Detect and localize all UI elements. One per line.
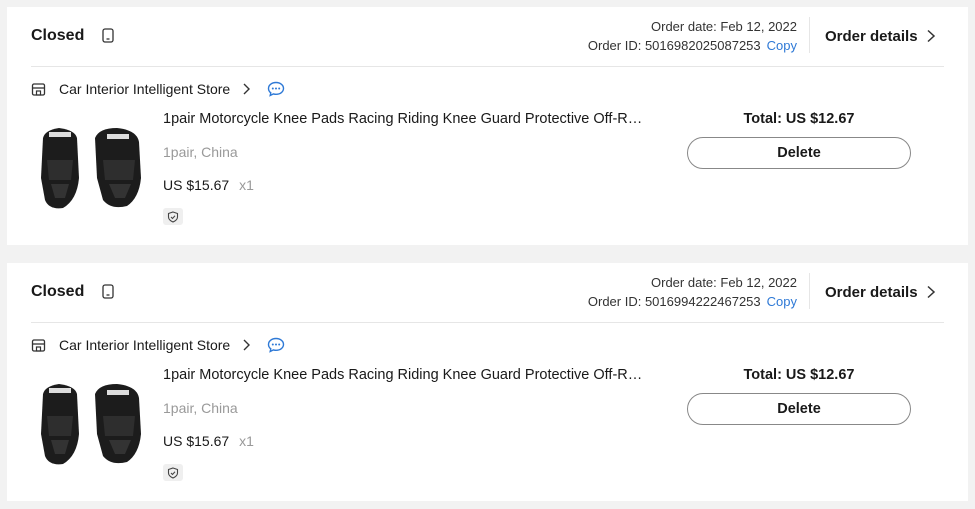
order-header: Closed Order date: Feb 12, 2022 Order ID… [7, 263, 968, 323]
quantity: x1 [239, 177, 254, 193]
order-total: Total: US $12.67 [743, 367, 855, 383]
order-status: Closed [31, 283, 85, 300]
product-sku: 1pair, China [163, 400, 238, 416]
delete-order-button[interactable]: Delete [687, 137, 911, 169]
product-image[interactable] [37, 376, 147, 472]
delete-order-button[interactable]: Delete [687, 393, 911, 425]
order-id: Order ID: 5016982025087253 [587, 38, 761, 53]
product-title-link[interactable]: 1pair Motorcycle Knee Pads Racing Riding… [163, 367, 643, 383]
product-image[interactable] [37, 120, 147, 216]
quantity: x1 [239, 433, 254, 449]
chevron-right-icon[interactable] [242, 338, 251, 352]
phone-icon [102, 28, 114, 43]
order-meta: Order date: Feb 12, 2022 Order ID: 50169… [588, 273, 797, 311]
section-divider [31, 66, 944, 67]
order-id: Order ID: 5016994222467253 [587, 294, 761, 309]
store-row: Car Interior Intelligent Store [31, 79, 285, 99]
product-title-link[interactable]: 1pair Motorcycle Knee Pads Racing Riding… [163, 111, 643, 127]
phone-icon [102, 284, 114, 299]
order-id-row: Order ID: 5016982025087253 Copy [588, 36, 797, 55]
order-details-link[interactable]: Order details [825, 25, 936, 47]
store-name-link[interactable]: Car Interior Intelligent Store [59, 81, 230, 97]
chat-bubble-icon[interactable] [267, 337, 285, 353]
unit-price: US $15.67 [163, 177, 230, 193]
header-divider [809, 273, 810, 309]
chevron-right-icon [927, 29, 935, 43]
chat-bubble-icon[interactable] [267, 81, 285, 97]
shield-check-icon [167, 466, 179, 479]
price-row: US $15.67 x1 [163, 177, 254, 193]
order-id-row: Order ID: 5016994222467253 Copy [588, 292, 797, 311]
store-icon [31, 338, 46, 352]
order-card: Closed Order date: Feb 12, 2022 Order ID… [7, 7, 968, 245]
chevron-right-icon[interactable] [242, 82, 251, 96]
order-list: Closed Order date: Feb 12, 2022 Order ID… [0, 0, 975, 509]
shield-check-icon [167, 210, 179, 223]
product-sku: 1pair, China [163, 144, 238, 160]
order-details-label: Order details [825, 283, 918, 301]
order-details-label: Order details [825, 27, 918, 45]
store-name-link[interactable]: Car Interior Intelligent Store [59, 337, 230, 353]
copy-order-id-link[interactable]: Copy [767, 294, 797, 309]
buyer-protection-badge [163, 208, 183, 225]
price-row: US $15.67 x1 [163, 433, 254, 449]
copy-order-id-link[interactable]: Copy [767, 38, 797, 53]
order-total: Total: US $12.67 [743, 111, 855, 127]
buyer-protection-badge [163, 464, 183, 481]
header-divider [809, 17, 810, 53]
store-row: Car Interior Intelligent Store [31, 335, 285, 355]
order-meta: Order date: Feb 12, 2022 Order ID: 50169… [588, 17, 797, 55]
order-header: Closed Order date: Feb 12, 2022 Order ID… [7, 7, 968, 67]
order-date: Order date: Feb 12, 2022 [651, 19, 797, 34]
chevron-right-icon [927, 285, 935, 299]
store-icon [31, 82, 46, 96]
order-details-link[interactable]: Order details [825, 281, 936, 303]
order-card: Closed Order date: Feb 12, 2022 Order ID… [7, 263, 968, 501]
order-date: Order date: Feb 12, 2022 [651, 275, 797, 290]
unit-price: US $15.67 [163, 433, 230, 449]
section-divider [31, 322, 944, 323]
order-status: Closed [31, 27, 85, 44]
